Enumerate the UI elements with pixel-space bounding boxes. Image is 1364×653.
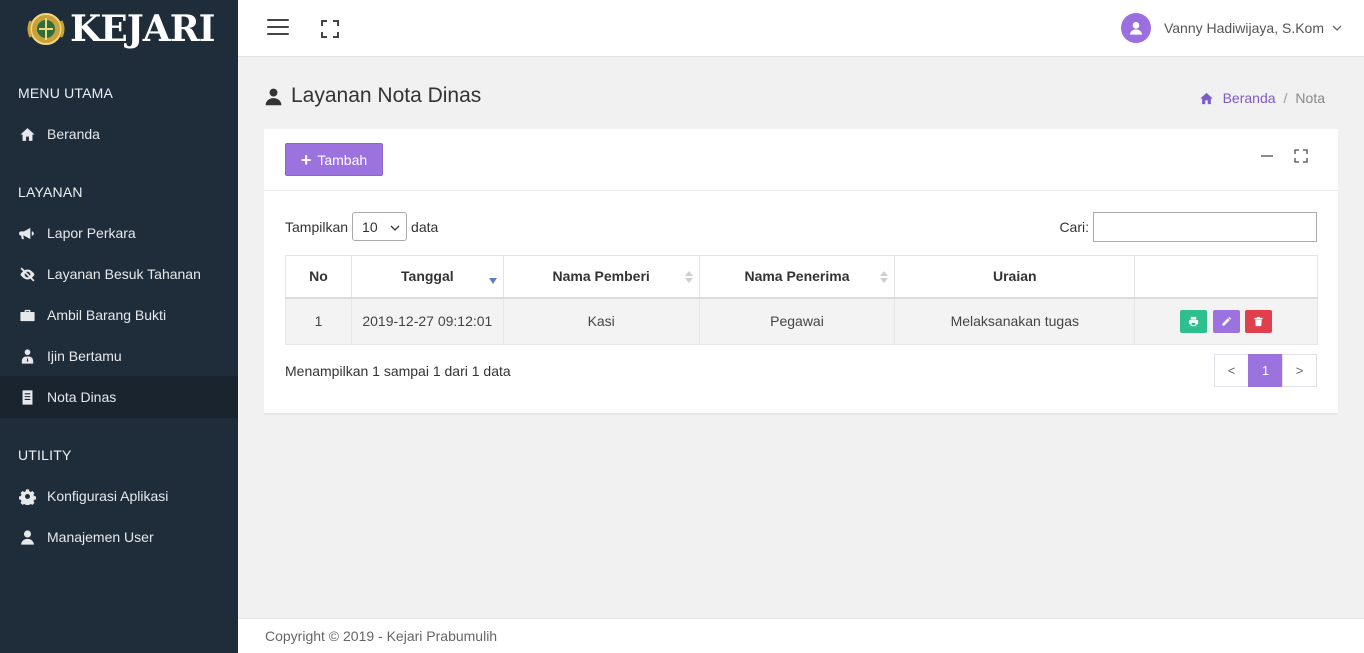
pagination-prev[interactable]: < (1214, 354, 1249, 387)
print-button[interactable] (1179, 309, 1207, 333)
sidebar-item-label: Konfigurasi Aplikasi (47, 488, 169, 504)
page-title: Layanan Nota Dinas (264, 84, 481, 108)
search-input[interactable] (1093, 212, 1317, 242)
search-label: Cari: (1059, 219, 1089, 235)
edit-button[interactable] (1212, 309, 1240, 333)
page-title-text: Layanan Nota Dinas (291, 84, 482, 107)
pagination-next[interactable]: > (1282, 354, 1317, 387)
breadcrumb-home-label: Beranda (1222, 90, 1276, 106)
column-header-no[interactable]: No (285, 255, 352, 299)
cell-uraian: Melaksanakan tugas (894, 297, 1136, 345)
print-icon (1188, 316, 1198, 326)
hamburger-menu-icon[interactable] (267, 19, 289, 37)
chevron-down-icon (1332, 20, 1342, 36)
cell-tanggal: 2019-12-27 09:12:01 (350, 297, 504, 345)
page-length-select[interactable]: 10 (352, 212, 408, 241)
sidebar-item-layanan-besuk-tahanan[interactable]: Layanan Besuk Tahanan (0, 253, 238, 295)
card-header: + Tambah (264, 129, 1338, 191)
add-button-label: Tambah (317, 151, 368, 168)
search-control: Cari: (1059, 212, 1317, 242)
column-header-label: Nama Penerima (744, 268, 850, 285)
add-button[interactable]: + Tambah (285, 143, 383, 176)
breadcrumb: Beranda / Nota (1199, 90, 1325, 106)
menu-header-utility: UTILITY (18, 447, 72, 463)
sort-icon (880, 271, 889, 283)
length-suffix: data (411, 218, 439, 235)
avatar (1120, 13, 1151, 43)
breadcrumb-separator: / (1283, 90, 1288, 106)
table-row: 1 2019-12-27 09:12:01 Kasi Pegawai Melak… (285, 297, 1318, 345)
brand[interactable]: KEJARI (0, 0, 238, 58)
column-header-uraian[interactable]: Uraian (894, 255, 1136, 299)
fullscreen-icon[interactable] (321, 20, 339, 38)
length-prefix: Tampilkan (285, 218, 349, 235)
sidebar-item-label: Nota Dinas (47, 389, 117, 405)
sidebar-item-label: Ambil Barang Bukti (47, 307, 167, 323)
user-name: Vanny Hadiwijaya, S.Kom (1163, 20, 1324, 36)
sort-icon (684, 271, 693, 283)
brand-name: KEJARI (70, 8, 215, 50)
sidebar-item-label: Beranda (47, 126, 100, 142)
menu-header-layanan: LAYANAN (18, 184, 83, 200)
sidebar-item-konfigurasi-aplikasi[interactable]: Konfigurasi Aplikasi (0, 475, 238, 517)
breadcrumb-current: Nota (1295, 90, 1325, 106)
sidebar-item-lapor-perkara[interactable]: Lapor Perkara (0, 212, 238, 254)
topbar: Vanny Hadiwijaya, S.Kom (238, 0, 1364, 57)
minimize-icon[interactable] (1258, 147, 1276, 165)
megaphone-icon (18, 224, 36, 242)
sidebar-item-manajemen-user[interactable]: Manajemen User (0, 516, 238, 558)
column-header-tanggal[interactable]: Tanggal (350, 255, 504, 299)
gear-icon (18, 487, 36, 505)
nota-dinas-card: + Tambah Tampilkan 10 data Cari: No Tang… (264, 129, 1338, 415)
sidebar-item-label: Lapor Perkara (47, 225, 136, 241)
delete-button[interactable] (1245, 309, 1273, 333)
chevron-down-icon (390, 225, 400, 231)
sidebar-item-nota-dinas[interactable]: Nota Dinas (0, 376, 238, 418)
sidebar-item-label: Manajemen User (47, 529, 154, 545)
user-tie-icon (18, 347, 36, 365)
pencil-icon (1221, 316, 1231, 326)
sidebar-item-label: Layanan Besuk Tahanan (47, 266, 201, 282)
column-header-label: Nama Pemberi (552, 268, 650, 285)
kejaksaan-emblem-icon (24, 9, 68, 49)
sidebar: KEJARI MENU UTAMA Beranda LAYANAN Lapor … (0, 0, 238, 653)
sidebar-item-ambil-barang-bukti[interactable]: Ambil Barang Bukti (0, 294, 238, 336)
cell-actions (1134, 297, 1318, 345)
pagination-page-1[interactable]: 1 (1248, 354, 1283, 387)
user-icon (265, 88, 282, 105)
eye-slash-icon (18, 265, 36, 283)
page-length-value: 10 (362, 218, 378, 235)
menu-header-utama: MENU UTAMA (18, 85, 114, 101)
cell-penerima: Pegawai (698, 297, 896, 345)
cell-no: 1 (285, 297, 352, 345)
pagination: < 1 > (1214, 354, 1317, 387)
plus-icon: + (300, 149, 312, 170)
user-icon (18, 528, 36, 546)
copyright-text: Copyright © 2019 - Kejari Prabumulih (265, 628, 498, 644)
column-header-nama-pemberi[interactable]: Nama Pemberi (502, 255, 700, 299)
briefcase-icon (18, 306, 36, 324)
document-icon (18, 388, 36, 406)
breadcrumb-home[interactable]: Beranda (1199, 90, 1276, 106)
footer: Copyright © 2019 - Kejari Prabumulih (238, 618, 1364, 653)
trash-icon (1254, 316, 1264, 326)
nota-table: No Tanggal Nama Pemberi Nama Penerima Ur… (285, 255, 1318, 345)
column-header-actions (1134, 255, 1318, 299)
sort-desc-icon (488, 278, 497, 284)
sidebar-item-beranda[interactable]: Beranda (0, 113, 238, 155)
user-menu[interactable]: Vanny Hadiwijaya, S.Kom (1120, 13, 1342, 43)
table-info: Menampilkan 1 sampai 1 dari 1 data (285, 363, 511, 379)
home-icon (18, 125, 36, 143)
cell-pemberi: Kasi (502, 297, 700, 345)
column-header-nama-penerima[interactable]: Nama Penerima (698, 255, 896, 299)
sidebar-item-ijin-bertamu[interactable]: Ijin Bertamu (0, 335, 238, 377)
table-header-row: No Tanggal Nama Pemberi Nama Penerima Ur… (285, 255, 1318, 299)
sidebar-item-label: Ijin Bertamu (47, 348, 122, 364)
page-length-control: Tampilkan 10 data (285, 212, 438, 241)
expand-icon[interactable] (1292, 147, 1310, 165)
home-icon (1199, 92, 1213, 104)
column-header-label: Tanggal (401, 268, 454, 285)
